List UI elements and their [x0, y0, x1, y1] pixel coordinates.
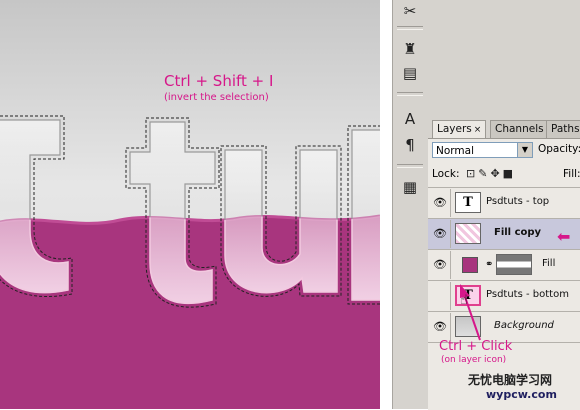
visibility-off-box[interactable]	[430, 282, 451, 310]
tab-paths[interactable]: Paths	[546, 120, 580, 138]
watermark-url: wypcw.com	[486, 388, 557, 401]
opacity-label: Opacity:	[538, 143, 580, 155]
chevron-down-icon[interactable]: ▼	[517, 143, 532, 157]
link-chain-icon: ⚭	[485, 259, 494, 270]
annotation-ctrl-click: Ctrl + Click	[439, 339, 513, 354]
tab-channels[interactable]: Channels	[490, 120, 549, 138]
canvas-artwork	[0, 115, 380, 409]
tool-divider	[397, 164, 423, 168]
scissors-icon[interactable]: ✂	[399, 0, 421, 22]
tool-divider	[397, 92, 423, 96]
text-icon[interactable]: A	[399, 108, 421, 130]
layer-row-psdtuts-top[interactable]: 👁 T Psdtuts - top	[428, 187, 580, 218]
lock-icons: ⊡✎✥■	[466, 167, 516, 180]
layer-name: Fill	[542, 258, 556, 269]
panel-header-area	[428, 0, 580, 118]
color-swatch-icon[interactable]	[462, 257, 478, 273]
layers-list-area: Normal ▼ Opacity: Lock: ⊡✎✥■ Fill: 👁 T P…	[428, 138, 580, 410]
pen-icon[interactable]: ¶	[399, 134, 421, 156]
lock-pixels-icon[interactable]: ✎	[478, 167, 490, 180]
tool-divider	[397, 26, 423, 30]
tools-column: ✂ ♜ ▤ A ¶ ▦	[392, 0, 428, 409]
layer-name: Fill copy	[494, 227, 542, 238]
annotation-on-layer-icon: (on layer icon)	[441, 355, 507, 365]
fill-label: Fill:	[563, 168, 580, 180]
panel-gap	[380, 0, 392, 409]
lock-label: Lock:	[432, 168, 460, 180]
arrow-left-icon: ⬅	[557, 227, 571, 246]
close-icon[interactable]: ×	[474, 125, 482, 135]
annotation-invert-note: (invert the selection)	[164, 92, 269, 103]
document-canvas[interactable]: Ctrl + Shift + I (invert the selection)	[0, 0, 380, 409]
eraser-icon[interactable]: ▤	[399, 62, 421, 84]
layer-row-fill[interactable]: 👁 ⚭ Fill	[428, 249, 580, 280]
stamp-icon[interactable]: ♜	[399, 38, 421, 60]
eye-icon[interactable]: 👁	[430, 251, 451, 279]
eye-icon[interactable]: 👁	[430, 189, 451, 217]
layer-name: Psdtuts - top	[486, 196, 550, 207]
lock-all-icon[interactable]: ■	[503, 167, 516, 180]
eye-icon[interactable]: 👁	[430, 220, 451, 248]
notes-icon[interactable]: ▦	[399, 176, 421, 198]
annotation-invert-shortcut: Ctrl + Shift + I	[164, 72, 274, 90]
pattern-thumbnail-icon[interactable]	[455, 223, 481, 244]
layer-mask-thumbnail-icon[interactable]	[496, 254, 532, 275]
watermark-text-cn: 无忧电脑学习网	[468, 373, 553, 387]
hand-cursor-icon: ☝	[460, 293, 468, 308]
blend-mode-select[interactable]: Normal ▼	[432, 142, 533, 158]
lock-position-icon[interactable]: ✥	[490, 167, 502, 180]
lock-transparency-icon[interactable]: ⊡	[466, 167, 478, 180]
tab-layers-label: Layers	[437, 123, 472, 135]
text-layer-icon[interactable]: T	[455, 192, 481, 213]
eye-icon[interactable]: 👁	[430, 313, 451, 341]
tab-layers[interactable]: Layers ×	[432, 120, 487, 138]
blend-mode-value: Normal	[436, 145, 474, 157]
pointer-arrow-annotation	[460, 284, 481, 341]
